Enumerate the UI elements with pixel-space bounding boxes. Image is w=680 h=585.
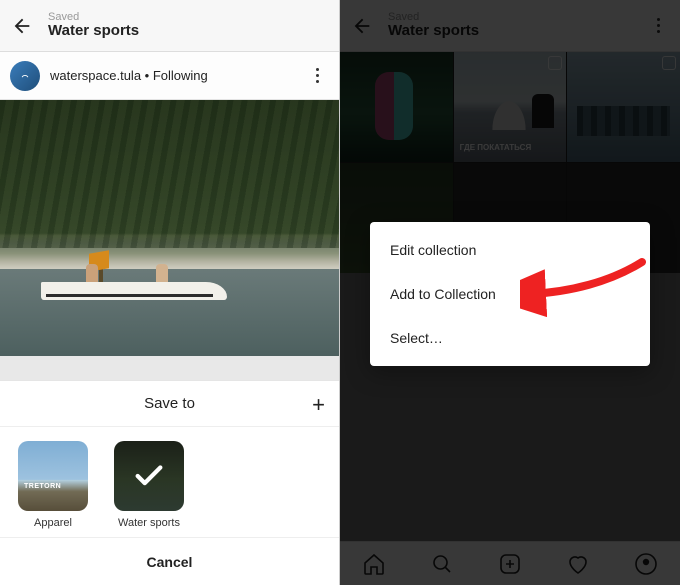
- author-text: waterspace.tula • Following: [50, 68, 208, 83]
- post-author-row[interactable]: waterspace.tula • Following: [0, 52, 339, 100]
- collection-thumb: [114, 441, 184, 511]
- add-collection-icon[interactable]: +: [312, 392, 325, 418]
- avatar[interactable]: [10, 61, 40, 91]
- post-image[interactable]: [0, 100, 339, 356]
- context-menu: Edit collection Add to Collection Select…: [370, 222, 650, 366]
- collection-thumb: [18, 441, 88, 511]
- menu-select[interactable]: Select…: [370, 316, 650, 360]
- sheet-header: Save to +: [0, 381, 339, 427]
- header-title: Water sports: [48, 23, 329, 40]
- more-icon[interactable]: [305, 64, 329, 88]
- right-screenshot: Saved Water sports ГДЕ ПОКАТАТЬСЯ: [340, 0, 680, 585]
- header-titles: Saved Water sports: [48, 11, 329, 40]
- collection-apparel[interactable]: Apparel: [16, 441, 90, 529]
- save-to-sheet: Save to + Apparel Water sports: [0, 380, 339, 585]
- check-icon: [114, 441, 184, 511]
- collection-water-sports[interactable]: Water sports: [112, 441, 186, 529]
- cancel-bar: Cancel: [0, 537, 339, 585]
- header-bar: Saved Water sports: [0, 0, 339, 52]
- sheet-title: Save to: [144, 395, 195, 412]
- collections-row: Apparel Water sports: [0, 427, 339, 537]
- collection-label: Water sports: [118, 517, 180, 529]
- cancel-button[interactable]: Cancel: [147, 554, 193, 570]
- menu-add-to-collection[interactable]: Add to Collection: [370, 272, 650, 316]
- back-icon[interactable]: [10, 14, 34, 38]
- left-screenshot: Saved Water sports waterspace.tula • Fol…: [0, 0, 340, 585]
- collection-label: Apparel: [34, 517, 72, 529]
- menu-edit-collection[interactable]: Edit collection: [370, 228, 650, 272]
